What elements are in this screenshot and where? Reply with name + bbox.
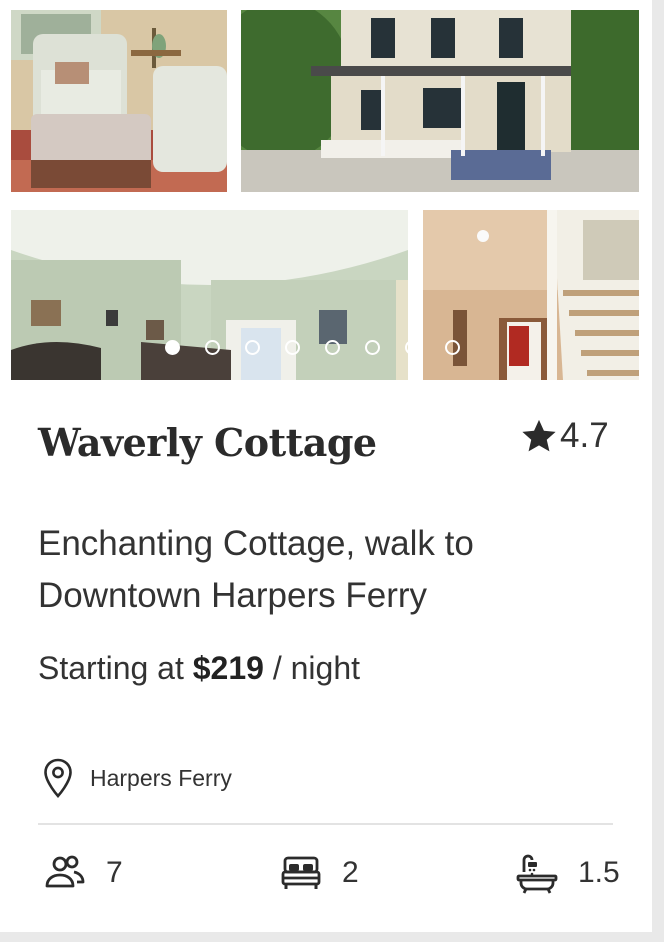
gallery-dot[interactable] — [285, 340, 300, 355]
gallery-dot[interactable] — [245, 340, 260, 355]
location-label: Harpers Ferry — [90, 764, 232, 791]
listing-title[interactable]: Waverly Cottage — [38, 420, 377, 465]
photo-living-room[interactable] — [11, 10, 227, 192]
amenity-bathrooms: 1.5 — [516, 852, 620, 894]
photo-gallery[interactable] — [0, 0, 652, 380]
amenity-bedrooms: 2 — [280, 852, 359, 894]
gallery-pagination — [165, 340, 465, 358]
rating-value: 4.7 — [560, 416, 609, 455]
listing-description: Enchanting Cottage, walk to Downtown Har… — [38, 524, 474, 615]
star-icon — [522, 419, 556, 452]
price-line: Starting at $219 / night — [38, 650, 360, 687]
gallery-dot[interactable] — [405, 340, 420, 355]
price-suffix: / night — [263, 650, 360, 686]
guests-count: 7 — [106, 856, 123, 889]
location: Harpers Ferry — [42, 758, 232, 798]
gallery-dot[interactable] — [325, 340, 340, 355]
bedrooms-count: 2 — [342, 856, 359, 889]
gallery-dot[interactable] — [205, 340, 220, 355]
bathrooms-count: 1.5 — [578, 856, 620, 889]
people-icon — [45, 855, 85, 888]
listing-card[interactable]: Waverly Cottage 4.7 Enchanting Cottage, … — [0, 0, 652, 932]
divider — [38, 823, 613, 825]
map-pin-icon — [44, 758, 72, 798]
price-value: $219 — [192, 650, 264, 686]
rating: 4.7 — [520, 416, 609, 456]
amenity-guests: 7 — [44, 852, 123, 894]
bed-icon — [281, 856, 321, 889]
price-prefix: Starting at — [38, 650, 193, 686]
gallery-dot[interactable] — [165, 340, 180, 355]
photo-exterior[interactable] — [241, 10, 639, 192]
gallery-dot[interactable] — [365, 340, 380, 355]
gallery-dot[interactable] — [445, 340, 460, 355]
bathtub-icon — [516, 854, 558, 894]
